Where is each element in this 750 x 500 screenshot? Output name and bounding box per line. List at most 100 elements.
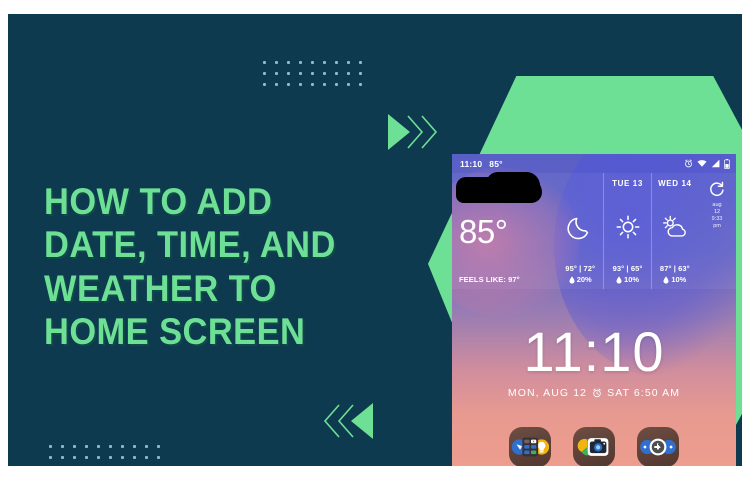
decorative-dot (320, 58, 332, 69)
decorative-dot (82, 453, 94, 464)
weather-wed-precipitation-value: 10% (671, 275, 687, 284)
moon-icon (567, 214, 593, 240)
decorative-dot (94, 442, 106, 453)
decorative-dot (308, 58, 320, 69)
decorative-dot (296, 80, 308, 91)
weather-updated-month: aug (712, 202, 722, 208)
raindrop-icon (569, 275, 575, 284)
weather-column-wed[interactable]: WED 14 87° | 63° 10% (650, 173, 698, 289)
phone-screenshot: 11:10 85° 85° FEELS LIKE: 97° 95° | 72° … (452, 154, 736, 466)
decorative-dot (118, 442, 130, 453)
decorative-dot (272, 80, 284, 91)
home-screen-clock-widget[interactable]: 11:10 MON, AUG 12 SAT 6:50 AM (452, 320, 736, 400)
status-bar: 11:10 85° (452, 154, 736, 173)
decorative-dot (296, 58, 308, 69)
weather-widget[interactable]: 85° FEELS LIKE: 97° 95° | 72° 20% TUE 13… (452, 172, 736, 289)
signal-icon (711, 159, 720, 168)
decorative-dot (260, 80, 272, 91)
decorative-dot (46, 464, 58, 466)
decorative-dot (154, 442, 166, 453)
weather-wed-precipitation: 10% (663, 275, 686, 284)
dark-background-panel: HOW TO ADD DATE, TIME, AND WEATHER TO HO… (8, 14, 742, 466)
clock-alarm-time: SAT 6:50 AM (607, 387, 681, 400)
status-bar-temperature: 85° (489, 158, 503, 169)
decorative-dot (70, 442, 82, 453)
weather-wed-high-low: 87° | 63° (659, 264, 690, 273)
decorative-dot (142, 464, 154, 466)
decorative-dot (130, 453, 142, 464)
photography-folder-icon[interactable] (573, 427, 615, 466)
thumbnail-canvas: HOW TO ADD DATE, TIME, AND WEATHER TO HO… (0, 0, 750, 500)
weather-tue-label: TUE 13 (612, 179, 643, 188)
clock-date: MON, AUG 12 (507, 387, 588, 400)
decorative-dot (320, 80, 332, 91)
decorative-dot (272, 69, 284, 80)
weather-column-tonight[interactable]: 95° | 72° 20% (557, 173, 603, 289)
dock-folder-gaming[interactable]: Gaming (632, 427, 684, 466)
raindrop-icon (663, 275, 669, 284)
weather-column-tue[interactable]: TUE 13 93° | 65° 10% (603, 173, 650, 289)
headline-line-3: WEATHER TO (44, 267, 277, 309)
weather-tonight-precipitation-value: 20% (576, 275, 592, 284)
double-chevron-right-icon (386, 111, 440, 153)
decorative-dot (260, 58, 272, 69)
decorative-dot (106, 464, 118, 466)
headline-line-4: HOME SCREEN (44, 310, 306, 352)
sun-icon (615, 214, 641, 240)
decorative-dot (284, 69, 296, 80)
weather-updated-meridiem: pm (713, 222, 721, 229)
headline-line-1: HOW TO ADD (44, 181, 273, 222)
decorative-dot (58, 453, 70, 464)
decorative-dot (344, 69, 356, 80)
decorative-dot (106, 453, 118, 464)
decorative-dot (332, 80, 344, 91)
tools-folder-icon[interactable]: x (509, 427, 551, 466)
clock-time: 11:10 (523, 320, 665, 383)
decorative-dot (356, 69, 368, 80)
weather-tue-precipitation-value: 10% (624, 275, 640, 284)
decorative-dot (332, 58, 344, 69)
decorative-dot (320, 69, 332, 80)
decorative-dot (142, 453, 154, 464)
decorative-dot (118, 464, 130, 466)
decorative-dot (154, 453, 166, 464)
decorative-dot (46, 442, 58, 453)
decorative-dot (284, 80, 296, 91)
weather-refresh-column[interactable]: aug 12 9:33 pm (698, 173, 736, 289)
decorative-dot (70, 464, 82, 466)
weather-feels-like: FEELS LIKE: 97° (459, 275, 520, 284)
decorative-dot (296, 69, 308, 80)
decorative-dot (106, 442, 118, 453)
decorative-dot (130, 464, 142, 466)
alarm-clock-icon (592, 388, 602, 398)
headline-line-2: DATE, TIME, AND (44, 224, 336, 266)
alarm-icon (684, 159, 693, 168)
decorative-dot (58, 464, 70, 466)
decorative-dot (142, 442, 154, 453)
weather-updated-timestamp: aug 12 9:33 pm (712, 202, 723, 230)
dot-grid-top (260, 58, 368, 91)
dock-folder-tools[interactable]: x Tools (504, 427, 556, 466)
weather-today[interactable]: 85° FEELS LIKE: 97° (452, 172, 557, 289)
decorative-dot (260, 69, 272, 80)
double-chevron-left-icon (321, 400, 375, 442)
status-bar-left: 11:10 85° (460, 159, 503, 169)
weather-tonight-high-low: 95° | 72° (565, 264, 596, 273)
decorative-dot (308, 80, 320, 91)
dot-grid-bottom (46, 442, 166, 466)
dock-folder-photography[interactable]: Photography (568, 427, 620, 466)
decorative-dot (356, 58, 368, 69)
decorative-dot (332, 69, 344, 80)
weather-wed-label: WED 14 (658, 179, 692, 188)
decorative-dot (94, 464, 106, 466)
status-bar-right (684, 158, 730, 169)
weather-current-temperature: 85° (459, 213, 508, 250)
decorative-dot (308, 69, 320, 80)
decorative-dot (46, 453, 58, 464)
redaction-mark (456, 172, 542, 203)
decorative-dot (82, 442, 94, 453)
battery-icon (724, 158, 730, 169)
weather-tue-high-low: 93° | 65° (612, 264, 643, 273)
gaming-folder-icon[interactable] (637, 427, 679, 466)
refresh-icon[interactable] (709, 181, 725, 197)
